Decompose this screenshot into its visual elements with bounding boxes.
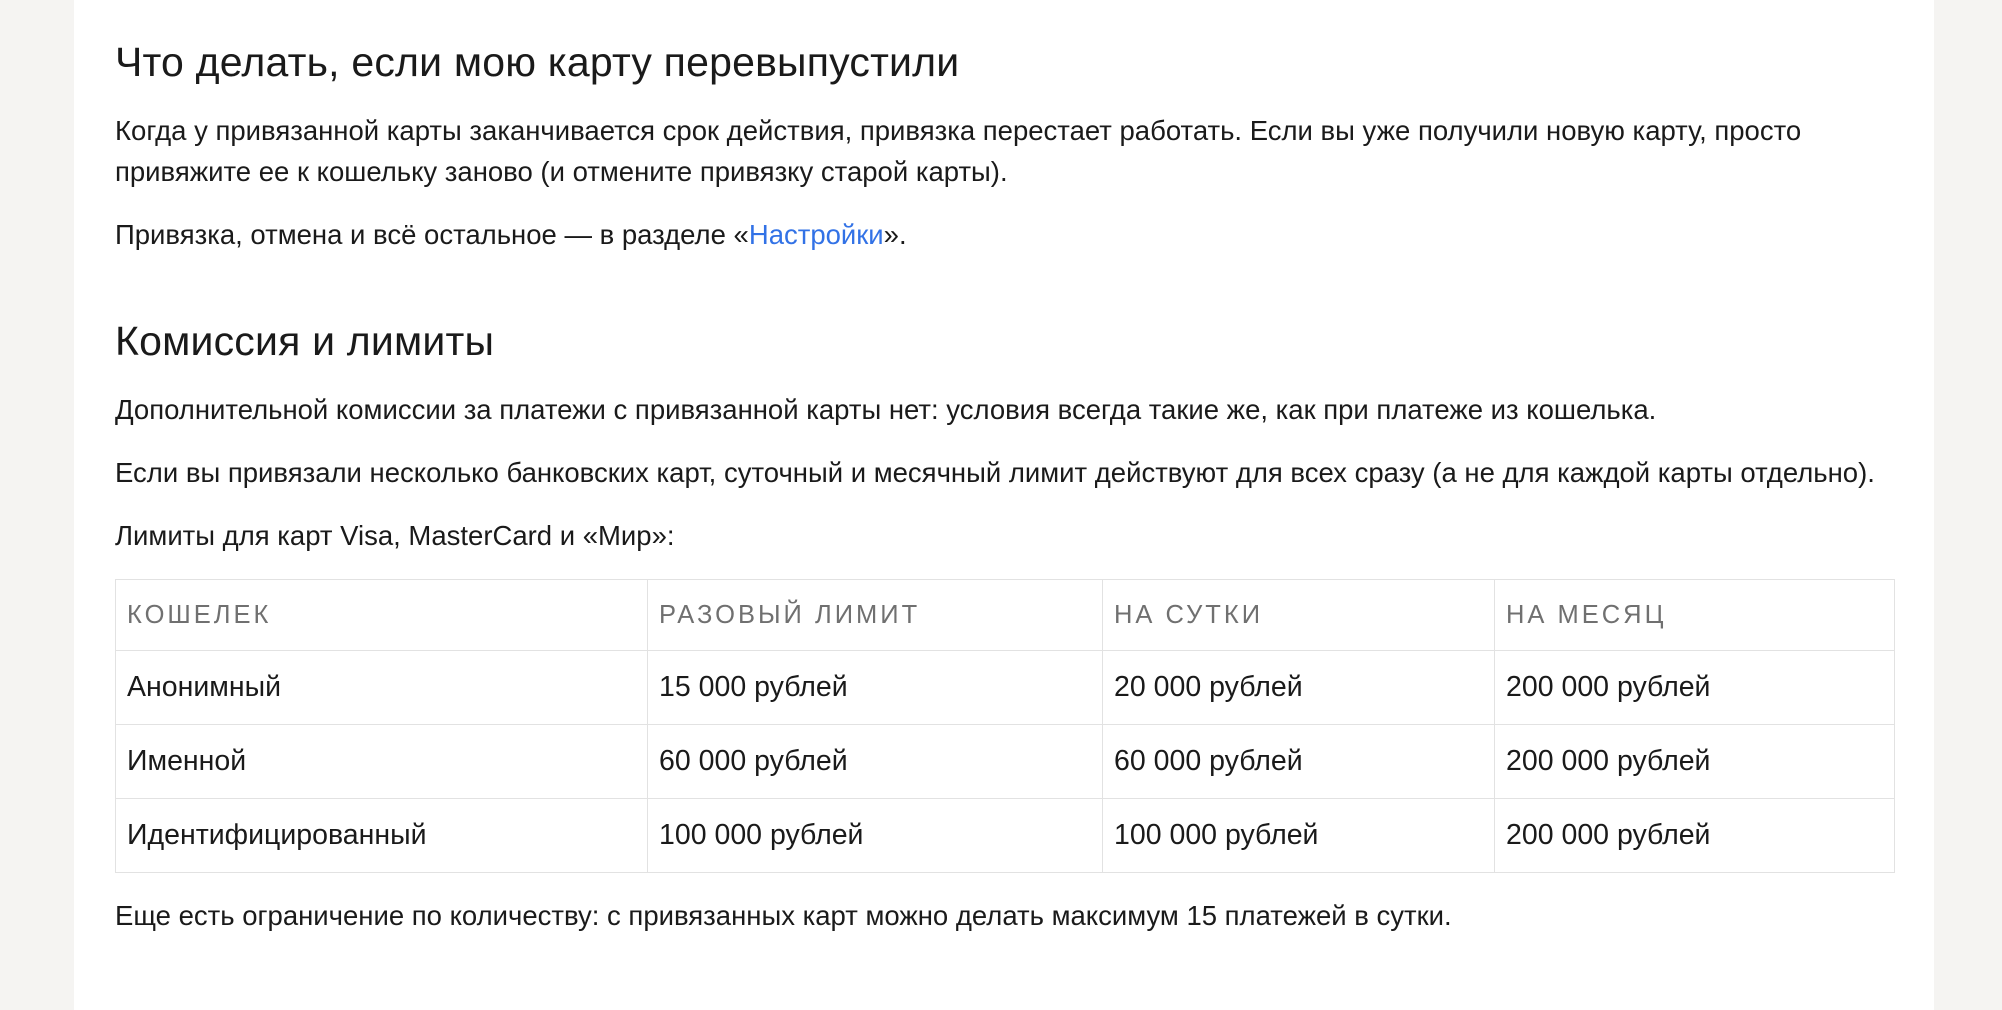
fees-heading: Комиссия и лимиты (115, 318, 495, 364)
article-content: Что делать, если мою карту перевыпустили… (115, 0, 1895, 936)
table-caption: Лимиты для карт Visa, MasterCard и «Мир»… (115, 520, 675, 551)
cell-daily-limit: 20 000 рублей (1102, 650, 1495, 725)
cell-single-limit: 60 000 рублей (647, 724, 1103, 799)
cell-wallet: Именной (115, 724, 648, 799)
reissue-paragraph: Когда у привязанной карты заканчивается … (115, 115, 1802, 187)
cell-single-limit: 100 000 рублей (647, 798, 1103, 873)
limit-footnote: Еще есть ограничение по количеству: с пр… (115, 900, 1452, 931)
table-row: Идентифицированный 100 000 рублей 100 00… (115, 798, 1895, 873)
header-single-limit: РАЗОВЫЙ ЛИМИТ (647, 579, 1103, 651)
settings-paragraph: Привязка, отмена и всё остальное — в раз… (115, 214, 1895, 255)
header-wallet: КОШЕЛЕК (115, 579, 648, 651)
header-daily-limit: НА СУТКИ (1102, 579, 1495, 651)
cell-single-limit: 15 000 рублей (647, 650, 1103, 725)
cell-monthly-limit: 200 000 рублей (1494, 798, 1895, 873)
table-header-row: КОШЕЛЕК РАЗОВЫЙ ЛИМИТ НА СУТКИ НА МЕСЯЦ (115, 579, 1895, 651)
table-row: Именной 60 000 рублей 60 000 рублей 200 … (115, 724, 1895, 799)
settings-text-before: Привязка, отмена и всё остальное — в раз… (115, 219, 749, 250)
settings-text-after: ». (883, 219, 907, 250)
multiple-cards-paragraph: Если вы привязали несколько банковских к… (115, 457, 1875, 488)
cell-monthly-limit: 200 000 рублей (1494, 650, 1895, 725)
page: Что делать, если мою карту перевыпустили… (74, 0, 1934, 1010)
cell-wallet: Идентифицированный (115, 798, 648, 873)
settings-link[interactable]: Настройки (749, 219, 884, 250)
cell-wallet: Анонимный (115, 650, 648, 725)
table-row: Анонимный 15 000 рублей 20 000 рублей 20… (115, 650, 1895, 725)
header-monthly-limit: НА МЕСЯЦ (1494, 579, 1895, 651)
fees-paragraph: Дополнительной комиссии за платежи с при… (115, 394, 1657, 425)
cell-daily-limit: 60 000 рублей (1102, 724, 1495, 799)
cell-monthly-limit: 200 000 рублей (1494, 724, 1895, 799)
reissue-heading: Что делать, если мою карту перевыпустили (115, 39, 960, 85)
limits-table: КОШЕЛЕК РАЗОВЫЙ ЛИМИТ НА СУТКИ НА МЕСЯЦ … (115, 579, 1895, 873)
cell-daily-limit: 100 000 рублей (1102, 798, 1495, 873)
